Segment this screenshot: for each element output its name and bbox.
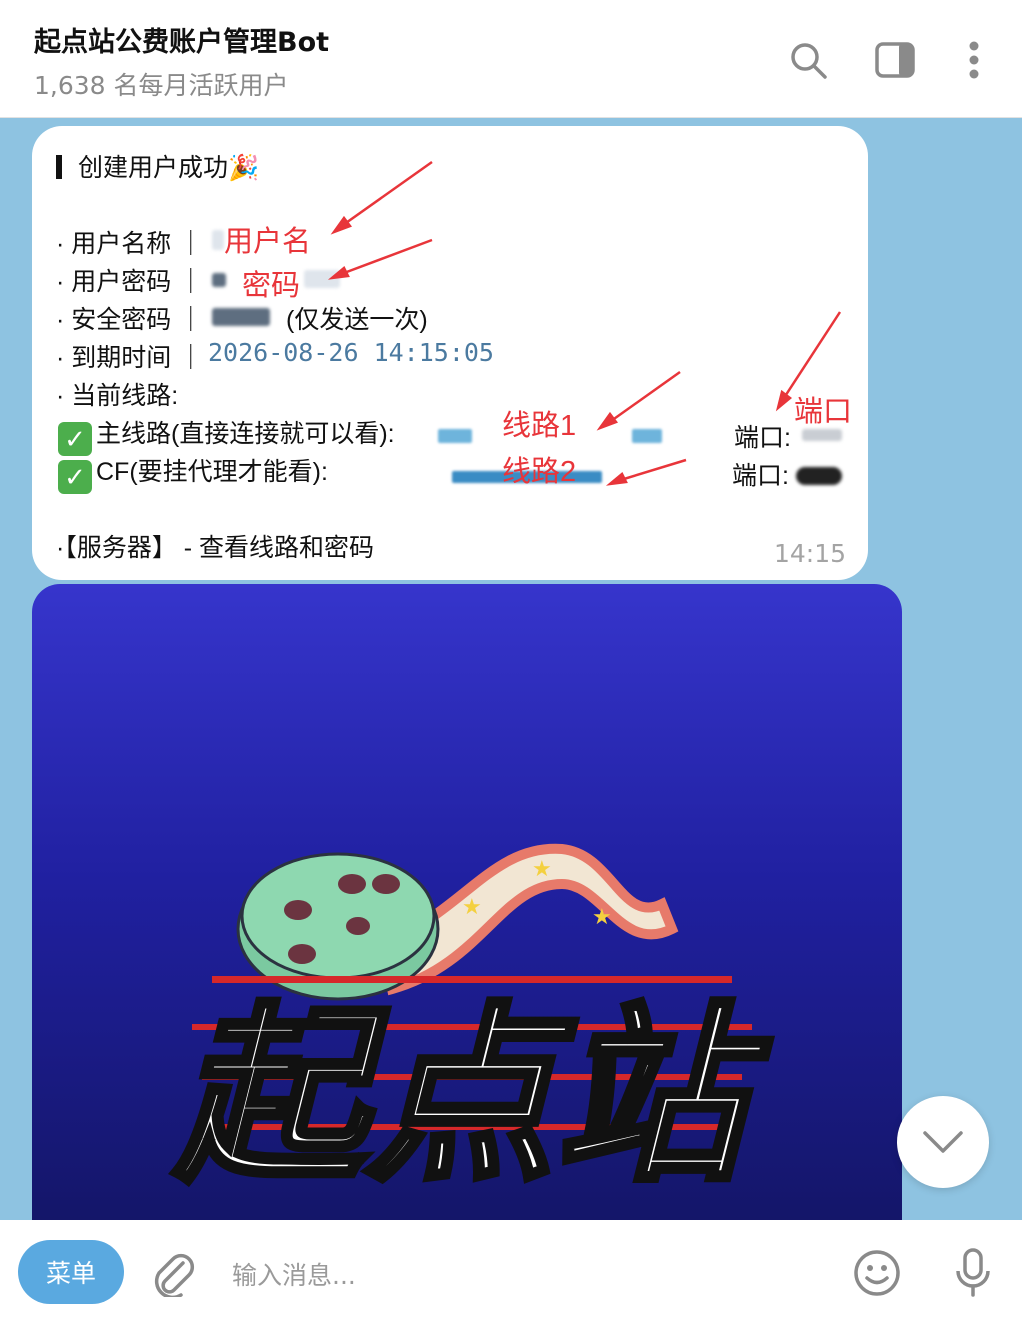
attachment-icon[interactable] (146, 1246, 200, 1300)
menu-button[interactable]: 菜单 (18, 1240, 124, 1304)
chat-subtitle: 1,638 名每月活跃用户 (34, 71, 289, 100)
logo-text: 起点站 (172, 986, 772, 1207)
message-bubble[interactable]: 创建用户成功🎉 · 用户名称 ｜ · 用户密码 ｜ · 安全密码 ｜ (仅发送一… (32, 126, 868, 580)
search-icon[interactable] (786, 38, 830, 82)
emoji-icon[interactable] (850, 1246, 904, 1300)
chat-header: 起点站公费账户管理Bot 1,638 名每月活跃用户 (0, 0, 1022, 118)
message-input[interactable]: 输入消息... (232, 1256, 356, 1292)
composer: 菜单 输入消息... (0, 1220, 1022, 1324)
logo-artwork: ★ ★ ★ 起点站 (169, 843, 775, 1210)
annotation-arrows (327, 160, 842, 486)
microphone-icon[interactable] (946, 1246, 1000, 1300)
svg-text:★: ★ (592, 905, 612, 930)
chat-title[interactable]: 起点站公费账户管理Bot (34, 20, 329, 59)
svg-text:★: ★ (532, 857, 552, 882)
chevron-down-icon (923, 1131, 963, 1153)
scroll-down-button[interactable] (897, 1096, 989, 1188)
chat-area[interactable]: 创建用户成功🎉 · 用户名称 ｜ · 用户密码 ｜ · 安全密码 ｜ (仅发送一… (0, 118, 1022, 1220)
sidebar-toggle-icon[interactable] (873, 38, 917, 82)
more-vertical-icon[interactable] (952, 38, 996, 82)
media-image[interactable]: ★ ★ ★ 起点站 (32, 584, 902, 1220)
svg-text:★: ★ (462, 895, 482, 920)
